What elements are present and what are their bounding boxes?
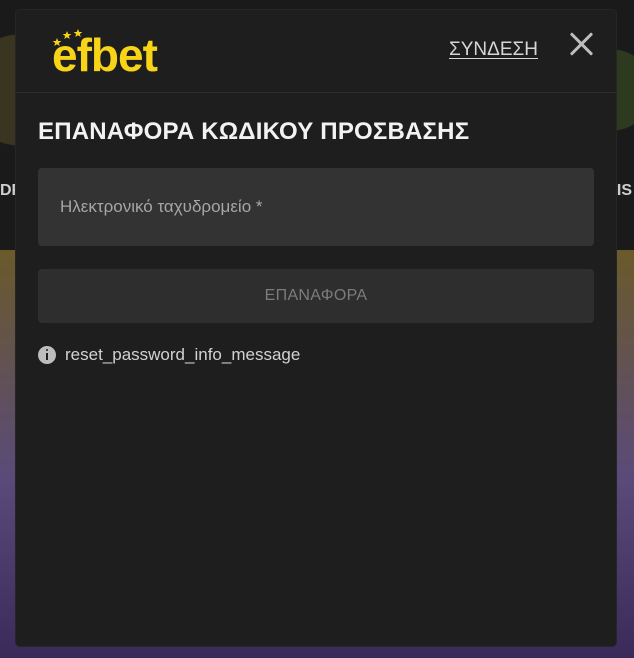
- email-field[interactable]: [38, 168, 594, 246]
- logo-stars-icon: [52, 29, 83, 46]
- login-link[interactable]: ΣΥΝΔΕΣΗ: [449, 39, 538, 61]
- info-icon: [38, 346, 56, 364]
- efbet-logo[interactable]: efbet: [52, 29, 158, 78]
- close-icon[interactable]: [568, 30, 596, 58]
- reset-password-modal: efbet ΣΥΝΔΕΣΗ ΕΠΑΝΑΦΟΡΑ ΚΩΔΙΚΟΥ ΠΡΟΣΒΑΣΗ…: [16, 10, 616, 646]
- reset-button[interactable]: ΕΠΑΝΑΦΟΡΑ: [38, 269, 594, 323]
- info-message: reset_password_info_message: [65, 345, 301, 364]
- info-message-row: reset_password_info_message: [38, 345, 300, 365]
- page-title: ΕΠΑΝΑΦΟΡΑ ΚΩΔΙΚΟΥ ΠΡΟΣΒΑΣΗΣ: [38, 118, 470, 145]
- backdrop-text-right: IS: [616, 182, 632, 199]
- modal-header: efbet ΣΥΝΔΕΣΗ: [16, 10, 616, 93]
